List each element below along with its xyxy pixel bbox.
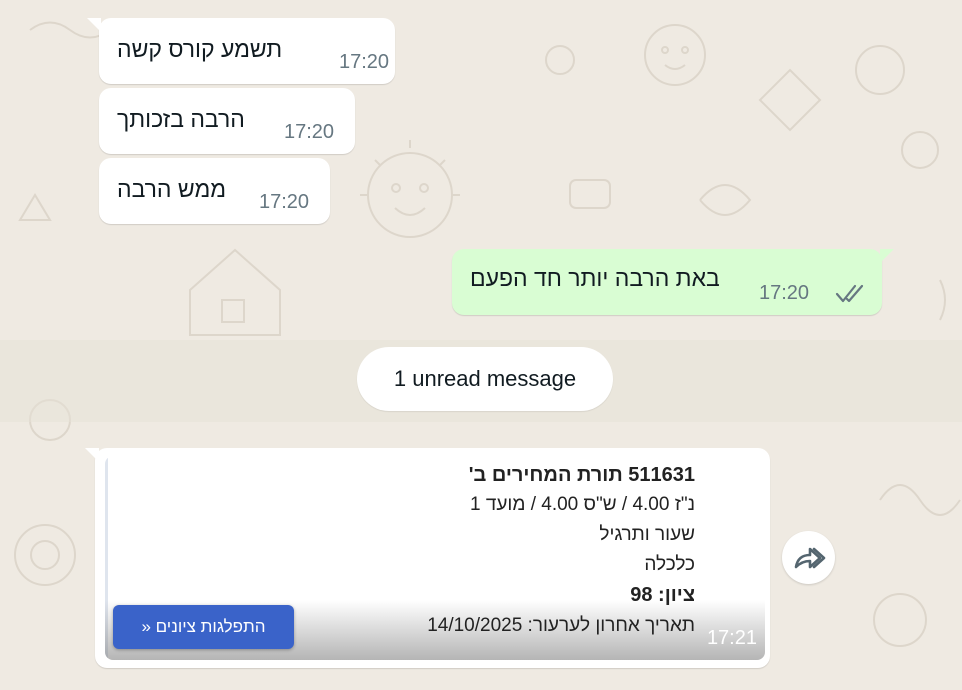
message-time: 17:20: [339, 51, 390, 73]
grade-distribution-button[interactable]: התפלגות ציונים «: [113, 605, 294, 649]
forward-icon: [794, 547, 825, 568]
message-text: תשמע קורס קשה: [117, 36, 283, 62]
course-credits: נ"ז 4.00 / ש"ס 4.00 / מועד 1: [469, 494, 695, 515]
bubble-tail: [85, 448, 99, 462]
bubble-tail: [87, 18, 101, 32]
message-time: 17:20: [259, 191, 310, 213]
course-title: 511631 תורת המחירים ב': [468, 464, 695, 486]
message-bubble-outgoing[interactable]: באת הרבה יותר חד הפעם 17:20: [452, 249, 894, 315]
message-bubble-incoming[interactable]: ממש הרבה 17:20: [99, 158, 330, 224]
message-time: 17:21: [706, 627, 757, 649]
course-department: כלכלה: [644, 554, 695, 575]
course-type: שעור ותרגיל: [599, 524, 695, 545]
double-check-icon: [835, 284, 864, 303]
message-bubble-incoming[interactable]: תשמע קורס קשה 17:20: [87, 18, 395, 84]
unread-message-pill: 1 unread message: [357, 347, 613, 411]
message-time: 17:20: [759, 282, 810, 304]
forward-button[interactable]: [782, 531, 835, 584]
message-text: ממש הרבה: [117, 176, 227, 202]
message-text: באת הרבה יותר חד הפעם: [470, 265, 720, 291]
message-bubble-image-card[interactable]: 511631 תורת המחירים ב' נ"ז 4.00 / ש"ס 4.…: [85, 448, 770, 668]
message-bubble-incoming[interactable]: הרבה בזכותך 17:20: [99, 88, 355, 154]
bubble-tail: [880, 249, 894, 263]
grade-card-image[interactable]: 511631 תורת המחירים ב' נ"ז 4.00 / ש"ס 4.…: [105, 456, 765, 660]
message-text: הרבה בזכותך: [117, 106, 245, 132]
message-time: 17:20: [284, 121, 335, 143]
appeal-deadline: תאריך אחרון לערעור: 14/10/2025: [427, 615, 695, 636]
